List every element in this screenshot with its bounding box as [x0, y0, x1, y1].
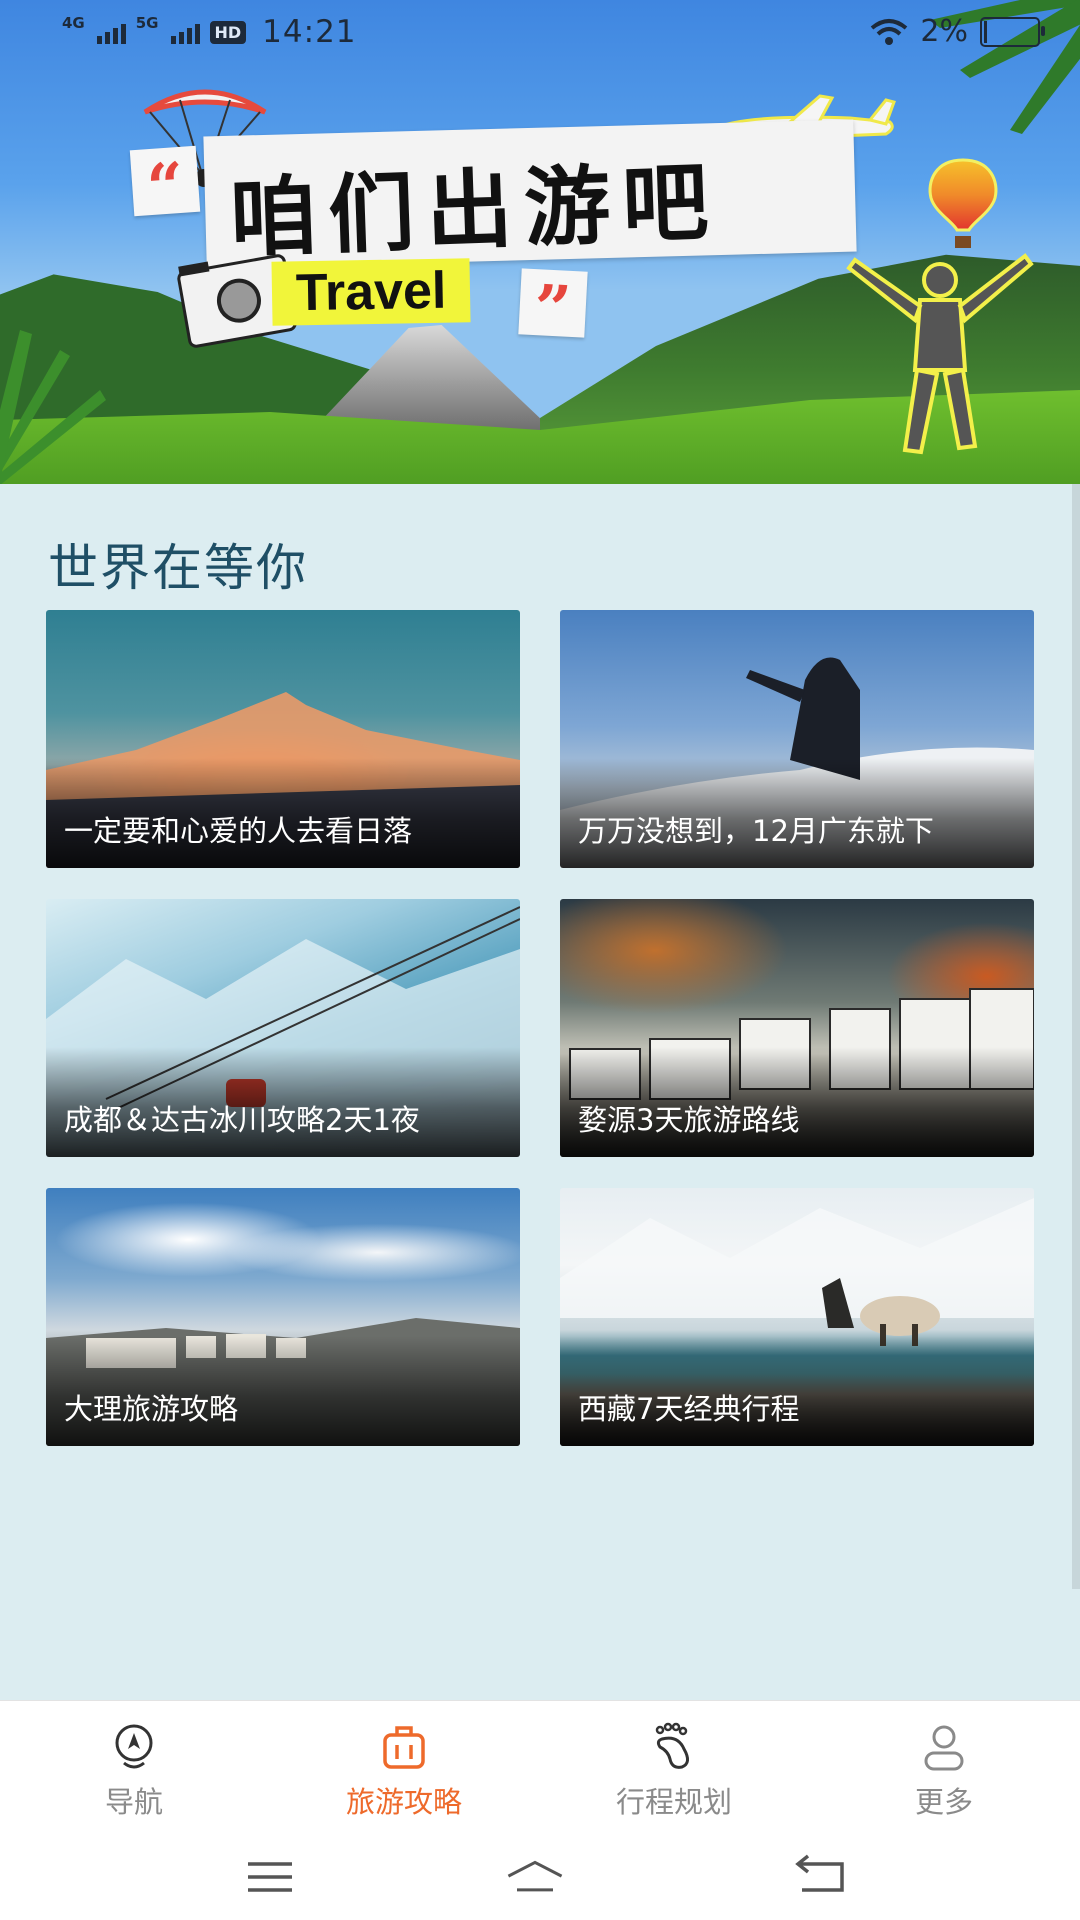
clock: 14:21 [262, 14, 357, 50]
guide-grid: 一定要和心爱的人去看日落 万万没想到，12月广东就下 成都＆达古冰川攻略2天1夜 [46, 610, 1034, 1446]
hd-badge: HD [209, 20, 247, 44]
tab-label: 旅游攻略 [345, 1785, 462, 1819]
quote-close: ” [518, 268, 588, 348]
palm-leaf-left-icon [0, 330, 106, 484]
user-icon [924, 1725, 964, 1771]
network-1-label: 4G [62, 14, 85, 32]
guide-card-title: 一定要和心爱的人去看日落 [64, 814, 413, 848]
wifi-icon [871, 18, 908, 45]
home-icon[interactable] [505, 1854, 565, 1900]
tab-label: 导航 [104, 1785, 163, 1819]
hiker-figure-icon [846, 253, 1034, 455]
suitcase-icon [383, 1726, 425, 1769]
travel-tag: Travel [271, 258, 471, 326]
status-bar: 4G 5G HD 14:21 2% [0, 0, 1080, 66]
guide-card-title: 万万没想到，12月广东就下 [578, 814, 934, 848]
tab-itinerary[interactable]: 行程规划 [574, 1721, 774, 1821]
tab-travel-guide[interactable]: 旅游攻略 [304, 1721, 504, 1821]
guide-card-title: 婺源3天旅游路线 [578, 1103, 800, 1137]
battery-icon [980, 16, 1045, 47]
banner-headline: 咱们出游吧 [228, 152, 722, 270]
guide-card[interactable]: 大理旅游攻略 [46, 1188, 520, 1446]
guide-card-title: 西藏7天经典行程 [578, 1392, 800, 1426]
network-2-label: 5G [135, 14, 159, 32]
guide-card[interactable]: 万万没想到，12月广东就下 [560, 610, 1034, 868]
tab-more[interactable]: 更多 [844, 1721, 1044, 1821]
bottom-tab-bar: 导航 旅游攻略 行程规划 更多 [0, 1700, 1080, 1839]
section-title: 世界在等你 [48, 539, 308, 597]
guide-card[interactable]: 西藏7天经典行程 [560, 1188, 1034, 1446]
guide-card-title: 成都＆达古冰川攻略2天1夜 [64, 1103, 420, 1137]
scrollbar[interactable] [1072, 484, 1080, 1589]
signal-icon [170, 20, 200, 44]
tab-label: 行程规划 [615, 1785, 732, 1819]
back-icon[interactable] [792, 1854, 852, 1900]
tab-navigation[interactable]: 导航 [34, 1721, 234, 1821]
guide-card-title: 大理旅游攻略 [64, 1392, 239, 1426]
footprint-icon [655, 1722, 689, 1769]
quote-open: “ [129, 145, 201, 226]
system-navigation-bar [0, 1838, 1080, 1920]
menu-icon[interactable] [240, 1854, 300, 1900]
hot-air-balloon-icon [928, 158, 998, 248]
guide-card[interactable]: 一定要和心爱的人去看日落 [46, 610, 520, 868]
tab-label: 更多 [914, 1785, 973, 1819]
navigation-pin-icon [115, 1724, 153, 1769]
hero-banner: “ 咱们出游吧 Travel ” 4G 5G HD 14:21 2% [0, 0, 1080, 484]
guide-card[interactable]: 婺源3天旅游路线 [560, 899, 1034, 1157]
signal-icon [96, 20, 126, 44]
guide-card[interactable]: 成都＆达古冰川攻略2天1夜 [46, 899, 520, 1157]
battery-percent: 2% [920, 14, 968, 49]
